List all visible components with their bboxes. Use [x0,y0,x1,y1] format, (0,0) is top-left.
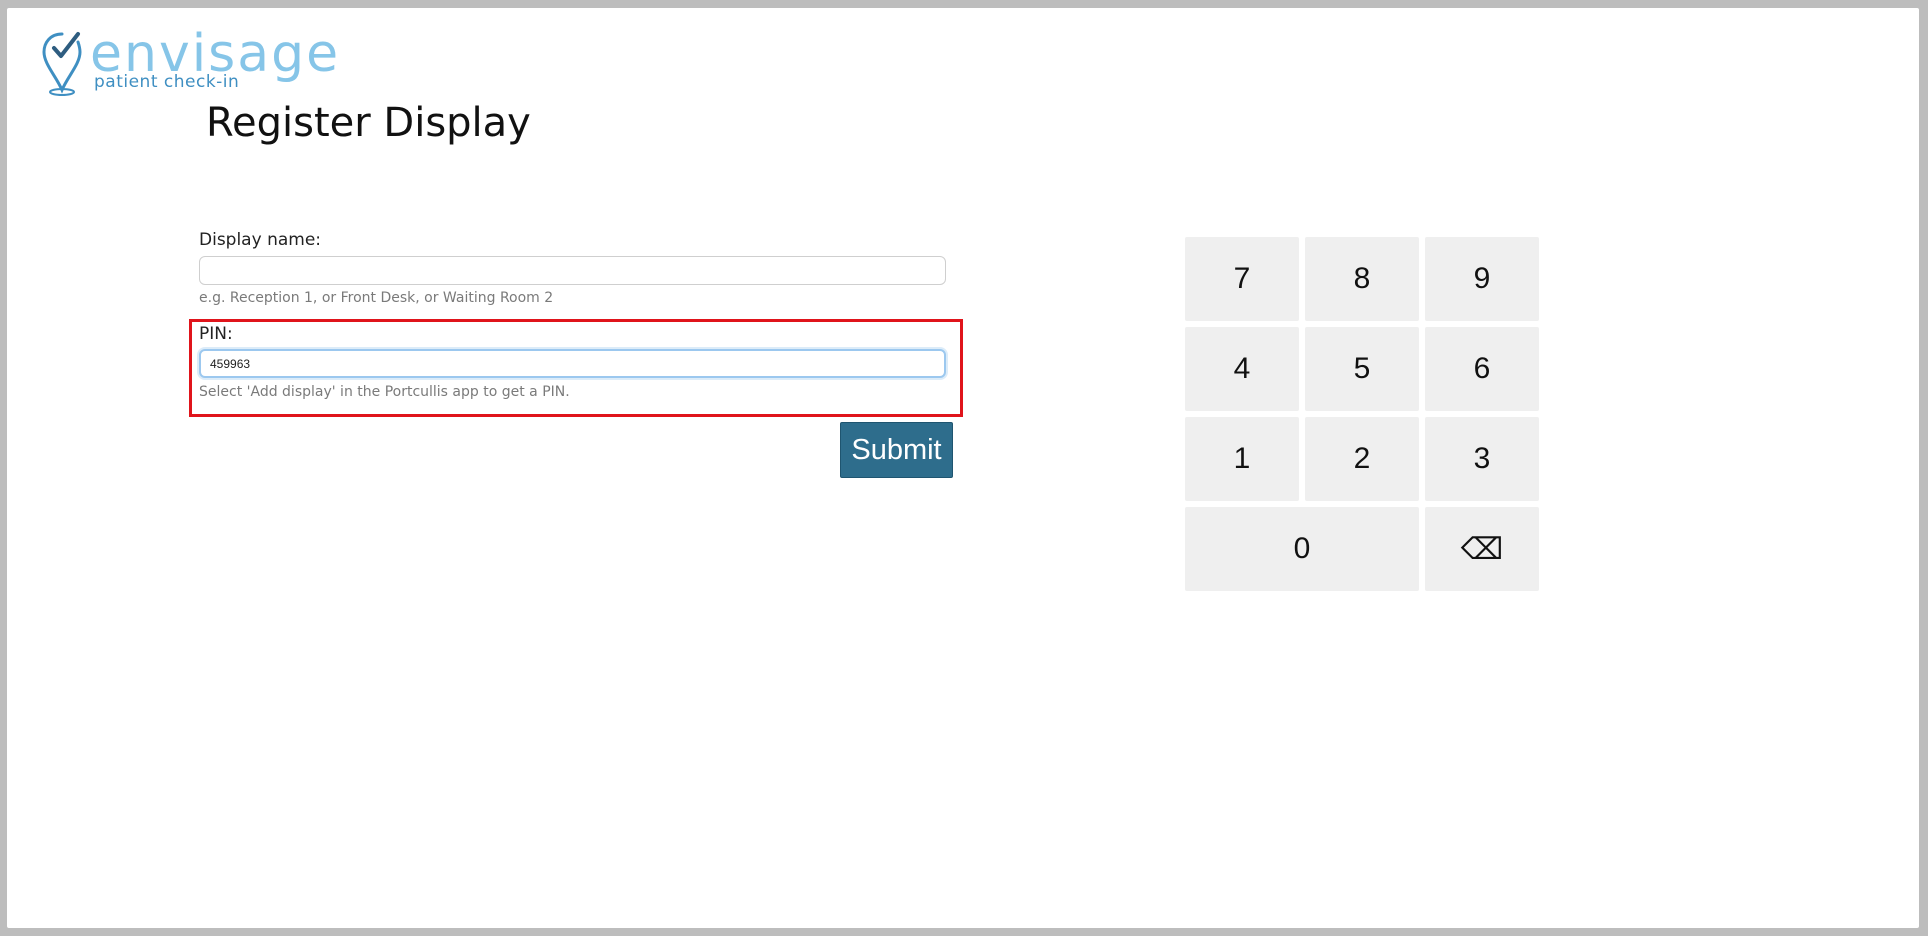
key-3[interactable]: 3 [1425,417,1539,501]
key-6[interactable]: 6 [1425,327,1539,411]
key-0[interactable]: 0 [1185,507,1419,591]
pin-label: PIN: [199,324,233,344]
display-name-input[interactable] [199,256,946,285]
key-5[interactable]: 5 [1305,327,1419,411]
key-1[interactable]: 1 [1185,417,1299,501]
pin-input[interactable] [199,349,946,378]
pin-hint: Select 'Add display' in the Portcullis a… [199,384,570,400]
backspace-key[interactable]: ⌫ [1425,507,1539,591]
location-check-icon [42,32,82,96]
app-window: envisage patient check-in Register Displ… [7,8,1919,928]
key-8[interactable]: 8 [1305,237,1419,321]
display-name-label: Display name: [199,230,322,250]
submit-button[interactable]: Submit [840,422,953,478]
page-title: Register Display [206,100,531,146]
key-4[interactable]: 4 [1185,327,1299,411]
logo-subtitle: patient check-in [94,72,240,92]
envisage-logo: envisage patient check-in [42,24,338,98]
key-7[interactable]: 7 [1185,237,1299,321]
key-2[interactable]: 2 [1305,417,1419,501]
key-9[interactable]: 9 [1425,237,1539,321]
display-name-hint: e.g. Reception 1, or Front Desk, or Wait… [199,290,554,306]
numeric-keypad: 7 8 9 4 5 6 1 2 3 0 ⌫ [1185,237,1539,591]
backspace-icon: ⌫ [1460,532,1504,566]
